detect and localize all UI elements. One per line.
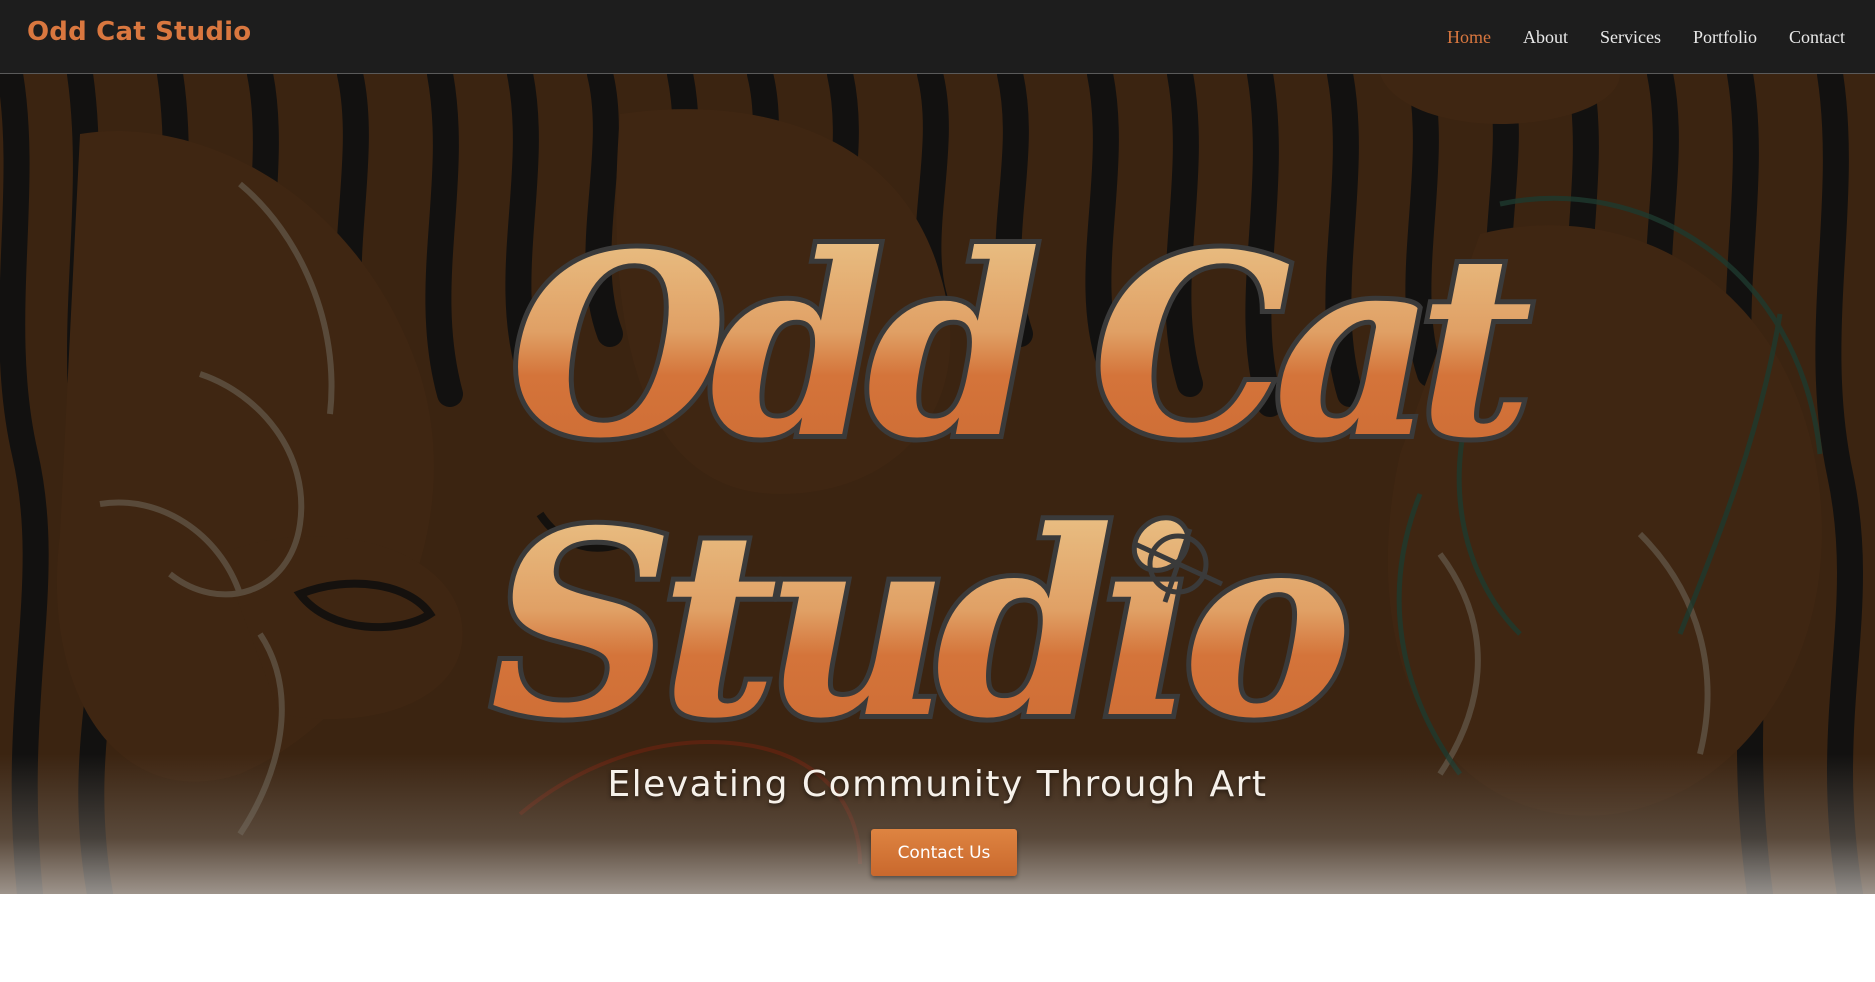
nav-item-about[interactable]: About <box>1523 27 1568 48</box>
nav-item-contact[interactable]: Contact <box>1789 27 1845 48</box>
brand-logo-text[interactable]: Odd Cat Studio <box>27 17 251 47</box>
logo-line-2: Studio <box>490 476 1345 775</box>
main-nav: Home About Services Portfolio Contact <box>1447 0 1845 74</box>
hero-section: Odd Cat Studio Elevating Community Throu… <box>0 74 1875 894</box>
nav-item-portfolio[interactable]: Portfolio <box>1693 27 1757 48</box>
contact-us-button[interactable]: Contact Us <box>871 829 1017 876</box>
nav-item-services[interactable]: Services <box>1600 27 1661 48</box>
top-navbar: Odd Cat Studio Home About Services Portf… <box>0 0 1875 74</box>
hero-tagline: Elevating Community Through Art <box>607 764 1268 805</box>
logo-line-1: Odd Cat <box>510 199 1531 493</box>
nav-item-home[interactable]: Home <box>1447 27 1491 48</box>
